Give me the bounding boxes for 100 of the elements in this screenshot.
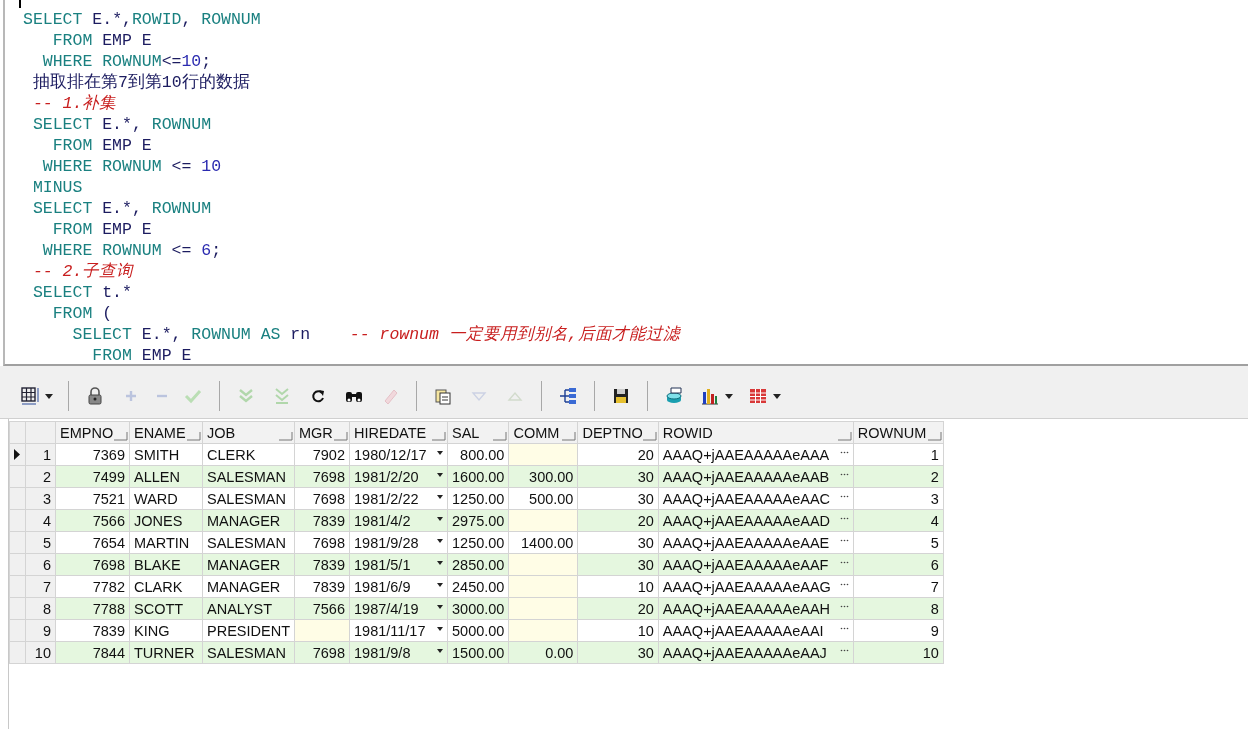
date-cell: 1981/11/17 [349, 619, 448, 642]
column-resize-icon [187, 430, 201, 441]
ellipsis-icon [839, 648, 849, 652]
rowid-cell: AAAQ+jAAEAAAAAeAAA [658, 443, 854, 466]
table-cell: 1250.00 [447, 531, 509, 554]
table-cell: 10 [577, 575, 659, 598]
dropdown-arrow-icon [437, 538, 443, 543]
code-line: WHERE ROWNUM<=10; [41, 51, 213, 72]
code-line: SELECT E.*, ROWNUM [31, 198, 213, 219]
column-resize-icon [562, 430, 577, 441]
ellipsis-icon [839, 560, 849, 564]
column-resize-icon [334, 430, 348, 441]
dropdown-arrow-icon [437, 560, 443, 565]
code-line: SELECT E.*,ROWID, ROWNUM [23, 9, 262, 30]
row-indicator[interactable] [9, 443, 26, 466]
column-resize-icon [837, 430, 852, 441]
table-cell: 7 [853, 575, 944, 598]
table-cell: CLERK [202, 443, 295, 466]
table-cell: 7839 [55, 619, 130, 642]
column-header[interactable]: HIREDATE [349, 421, 448, 444]
column-header[interactable]: ENAME [129, 421, 203, 444]
table-cell: SMITH [129, 443, 203, 466]
dropdown-arrow-icon [437, 516, 443, 521]
table-cell: 9 [853, 619, 944, 642]
code-line: WHERE ROWNUM <= 6; [41, 240, 223, 261]
table-cell: MARTIN [129, 531, 203, 554]
current-row-icon [13, 448, 21, 460]
dropdown-arrow-icon [437, 450, 443, 455]
table-cell: 7698 [294, 531, 350, 554]
ellipsis-icon [839, 604, 849, 608]
table-cell: 7369 [55, 443, 130, 466]
dropdown-arrow-icon [437, 472, 443, 477]
ellipsis-icon [839, 626, 849, 630]
column-header[interactable]: ROWNUM [853, 421, 944, 444]
table-cell: 5 [853, 531, 944, 554]
table-cell: 500.00 [508, 487, 578, 510]
table-cell: KING [129, 619, 203, 642]
table-cell: 1400.00 [508, 531, 578, 554]
column-header[interactable]: DEPTNO [577, 421, 659, 444]
column-resize-icon [279, 430, 293, 441]
caret-icon [45, 393, 53, 399]
table-cell: WARD [129, 487, 203, 510]
table-cell: 800.00 [447, 443, 509, 466]
rowid-cell: AAAQ+jAAEAAAAAeAAB [658, 465, 854, 488]
table-cell: 2450.00 [447, 575, 509, 598]
table-cell: 30 [577, 531, 659, 554]
table-cell: 7654 [55, 531, 130, 554]
column-header[interactable]: COMM [508, 421, 578, 444]
dropdown-arrow-icon [437, 648, 443, 653]
column-resize-icon [927, 430, 942, 441]
dropdown-arrow-icon [437, 626, 443, 631]
table-cell: 5000.00 [447, 619, 509, 642]
table-cell: 7839 [294, 575, 350, 598]
table-cell: PRESIDENT [202, 619, 295, 642]
column-resize-icon [114, 430, 128, 441]
code-line: SELECT E.*, ROWNUM AS rn -- rownum 一定要用到别名,后面才能过滤 [71, 324, 682, 345]
code-line: -- 2.子查询 [31, 261, 135, 282]
rowid-cell: AAAQ+jAAEAAAAAeAAI [658, 619, 854, 642]
code-line: FROM EMP E [51, 135, 153, 156]
code-line: FROM EMP E [51, 219, 153, 240]
table-cell: 7521 [55, 487, 130, 510]
code-line: FROM ( [51, 303, 114, 324]
dropdown-arrow-icon [437, 494, 443, 499]
column-resize-icon [432, 430, 446, 441]
rowid-cell: AAAQ+jAAEAAAAAeAAG [658, 575, 854, 598]
grid-icon [19, 385, 41, 407]
code-line: -- 1.补集 [31, 93, 118, 114]
date-cell: 1981/6/9 [349, 575, 448, 598]
minus-icon [156, 394, 168, 398]
ellipsis-icon [839, 472, 849, 476]
rowid-cell: AAAQ+jAAEAAAAAeAAE [658, 531, 854, 554]
date-cell: 1981/2/22 [349, 487, 448, 510]
text-cursor [19, 0, 21, 8]
ellipsis-icon [839, 450, 849, 454]
ellipsis-icon [839, 516, 849, 520]
code-line: SELECT E.*, ROWNUM [31, 114, 213, 135]
rowid-cell: AAAQ+jAAEAAAAAeAAJ [658, 641, 854, 664]
column-header[interactable]: JOB [202, 421, 295, 444]
ellipsis-icon [839, 582, 849, 586]
code-line: FROM EMP E [51, 30, 153, 51]
date-cell: 1981/9/28 [349, 531, 448, 554]
date-cell: 1980/12/17 [349, 443, 448, 466]
column-header[interactable]: ROWID [658, 421, 854, 444]
table-cell: 1250.00 [447, 487, 509, 510]
column-resize-icon [642, 430, 657, 441]
column-resize-icon [493, 430, 508, 441]
column-header[interactable]: SAL [447, 421, 509, 444]
table-cell: 7782 [55, 575, 130, 598]
rowid-cell: AAAQ+jAAEAAAAAeAAF [658, 553, 854, 576]
caret-icon [725, 393, 733, 399]
table-cell: 20 [577, 443, 659, 466]
ellipsis-icon [839, 538, 849, 542]
table-cell: SALESMAN [202, 531, 295, 554]
column-header[interactable]: EMPNO [55, 421, 130, 444]
code-line: SELECT t.* [31, 282, 133, 303]
code-line: MINUS [31, 177, 84, 198]
rowid-cell: AAAQ+jAAEAAAAAeAAH [658, 597, 854, 620]
column-header[interactable]: MGR [294, 421, 350, 444]
sql-editor[interactable] [3, 0, 1248, 366]
ellipsis-icon [839, 494, 849, 498]
